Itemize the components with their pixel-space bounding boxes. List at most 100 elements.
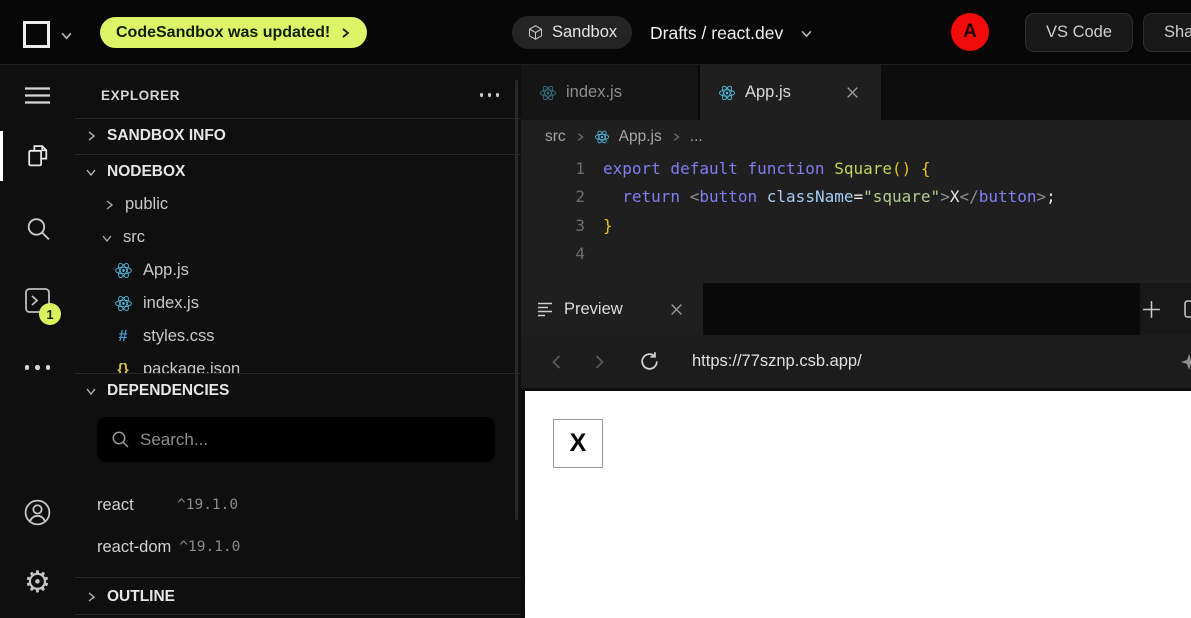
- dependency-version: ^19.1.0: [179, 539, 240, 555]
- terminal-icon[interactable]: [0, 287, 75, 314]
- explorer-more-ellipsis-icon[interactable]: [476, 87, 504, 103]
- code-token: className: [767, 187, 854, 206]
- workspace-breadcrumb[interactable]: Drafts / react.dev: [650, 18, 813, 48]
- back-chevron-icon[interactable]: [543, 348, 571, 376]
- react-file-icon: [718, 84, 736, 102]
- cube-icon: [527, 24, 544, 41]
- explorer-files-icon[interactable]: [0, 142, 75, 170]
- sparkle-icon[interactable]: [1180, 353, 1191, 376]
- editor-tab-bar: index.js App.js: [521, 65, 1191, 120]
- account-icon[interactable]: [0, 498, 75, 527]
- activity-bar: 1 ⚙: [0, 65, 75, 618]
- dependency-react[interactable]: react ^19.1.0: [97, 490, 497, 520]
- share-button[interactable]: Share: [1143, 13, 1191, 52]
- square-button[interactable]: X: [553, 419, 603, 468]
- section-dependencies[interactable]: DEPENDENCIES: [75, 374, 521, 407]
- line-number: 2: [521, 187, 585, 206]
- refresh-icon[interactable]: [633, 345, 666, 378]
- tab-app-js[interactable]: App.js: [700, 65, 881, 120]
- topbar: CodeSandbox was updated! Sandbox Drafts …: [0, 0, 1191, 65]
- preview-tab[interactable]: Preview: [521, 283, 703, 335]
- dependency-version: ^19.1.0: [177, 497, 238, 513]
- section-sandbox-info[interactable]: SANDBOX INFO: [75, 119, 521, 152]
- code-line: 2 return <button className="square">X</b…: [521, 183, 1191, 212]
- editor-breadcrumb[interactable]: src App.js ...: [521, 120, 1191, 153]
- editor-pane: index.js App.js src App.js ...: [521, 65, 1191, 283]
- banner-chevron-right-icon: [339, 27, 351, 39]
- sidebar-scrollbar[interactable]: [515, 80, 518, 520]
- breadcrumb-dir[interactable]: src: [545, 128, 566, 146]
- preview-url[interactable]: https://77sznp.csb.app/: [692, 352, 862, 371]
- more-actions-ellipsis-icon[interactable]: [0, 365, 75, 370]
- code-token: button: [979, 187, 1037, 206]
- folder-label: public: [125, 195, 168, 214]
- settings-gear-icon[interactable]: ⚙: [0, 568, 75, 598]
- breadcrumb-more[interactable]: ...: [690, 128, 703, 146]
- chevron-down-icon: [85, 385, 97, 397]
- react-file-icon: [594, 129, 610, 145]
- file-styles-css[interactable]: # styles.css: [75, 320, 521, 353]
- close-preview-icon[interactable]: [666, 299, 687, 320]
- code-token: return: [622, 187, 680, 206]
- code-token: [680, 187, 690, 206]
- codesandbox-logo-icon[interactable]: [23, 21, 50, 48]
- section-label: NODEBOX: [107, 163, 185, 181]
- react-file-icon: [113, 261, 133, 280]
- preview-tab-label: Preview: [564, 300, 623, 319]
- update-banner-button[interactable]: CodeSandbox was updated!: [100, 17, 367, 48]
- sandbox-badge-label: Sandbox: [552, 23, 617, 42]
- folder-src[interactable]: src: [75, 221, 521, 254]
- forward-chevron-icon[interactable]: [585, 348, 613, 376]
- add-preview-plus-icon[interactable]: [1141, 299, 1162, 320]
- avatar[interactable]: A: [951, 13, 989, 51]
- section-label: OUTLINE: [107, 588, 175, 606]
- tab-index-js[interactable]: index.js: [521, 65, 700, 120]
- dependency-react-dom[interactable]: react-dom ^19.1.0: [97, 532, 497, 562]
- code-token: "square": [863, 187, 940, 206]
- file-label: styles.css: [143, 327, 215, 346]
- code-token: button: [699, 187, 757, 206]
- workspace-menu-chevron-down-icon[interactable]: [60, 29, 73, 47]
- update-banner-label: CodeSandbox was updated!: [116, 24, 330, 42]
- code-line: 4: [521, 240, 1191, 269]
- sandbox-badge[interactable]: Sandbox: [512, 16, 632, 49]
- preview-pane: Preview https://77sznp.cs: [521, 283, 1191, 618]
- divider: [75, 614, 521, 615]
- section-outline[interactable]: OUTLINE: [75, 580, 521, 613]
- folder-public[interactable]: public: [75, 188, 521, 221]
- code-token: {: [921, 159, 931, 178]
- code-token: =: [853, 187, 863, 206]
- code-editor[interactable]: 1 export default function Square() { 2 r…: [521, 153, 1191, 283]
- dependency-search-input[interactable]: [140, 430, 481, 450]
- chevron-down-icon: [101, 232, 113, 244]
- explorer-title: EXPLORER: [101, 88, 180, 103]
- menu-hamburger-icon[interactable]: [0, 86, 75, 105]
- dependency-search[interactable]: [97, 417, 495, 462]
- terminal-count-badge[interactable]: 1: [39, 303, 61, 325]
- section-label: SANDBOX INFO: [107, 127, 226, 145]
- tab-label: App.js: [745, 83, 791, 102]
- code-token: >: [1037, 187, 1047, 206]
- file-index-js[interactable]: index.js: [75, 287, 521, 320]
- code-line: 1 export default function Square() {: [521, 154, 1191, 183]
- breadcrumb-file[interactable]: App.js: [619, 128, 662, 146]
- react-file-icon: [113, 294, 133, 313]
- code-token: [603, 187, 622, 206]
- chevron-right-icon: [103, 199, 115, 211]
- close-tab-icon[interactable]: [842, 82, 863, 103]
- explorer-sidebar: EXPLORER SANDBOX INFO NODEBOX public src…: [75, 65, 521, 618]
- code-token: export default function: [603, 159, 834, 178]
- code-token: </: [959, 187, 978, 206]
- layout-icon[interactable]: [1184, 299, 1191, 319]
- chevron-right-icon: [575, 132, 585, 142]
- chevron-right-icon: [85, 130, 97, 142]
- dependency-name: react-dom: [97, 538, 171, 557]
- file-app-js[interactable]: App.js: [75, 254, 521, 287]
- section-nodebox[interactable]: NODEBOX: [75, 155, 521, 188]
- workspace-breadcrumb-label: Drafts / react.dev: [650, 23, 783, 44]
- code-token: <: [690, 187, 700, 206]
- section-label: DEPENDENCIES: [107, 382, 229, 400]
- vscode-button[interactable]: VS Code: [1025, 13, 1133, 52]
- search-icon[interactable]: [0, 215, 75, 243]
- code-line: 3 }: [521, 211, 1191, 240]
